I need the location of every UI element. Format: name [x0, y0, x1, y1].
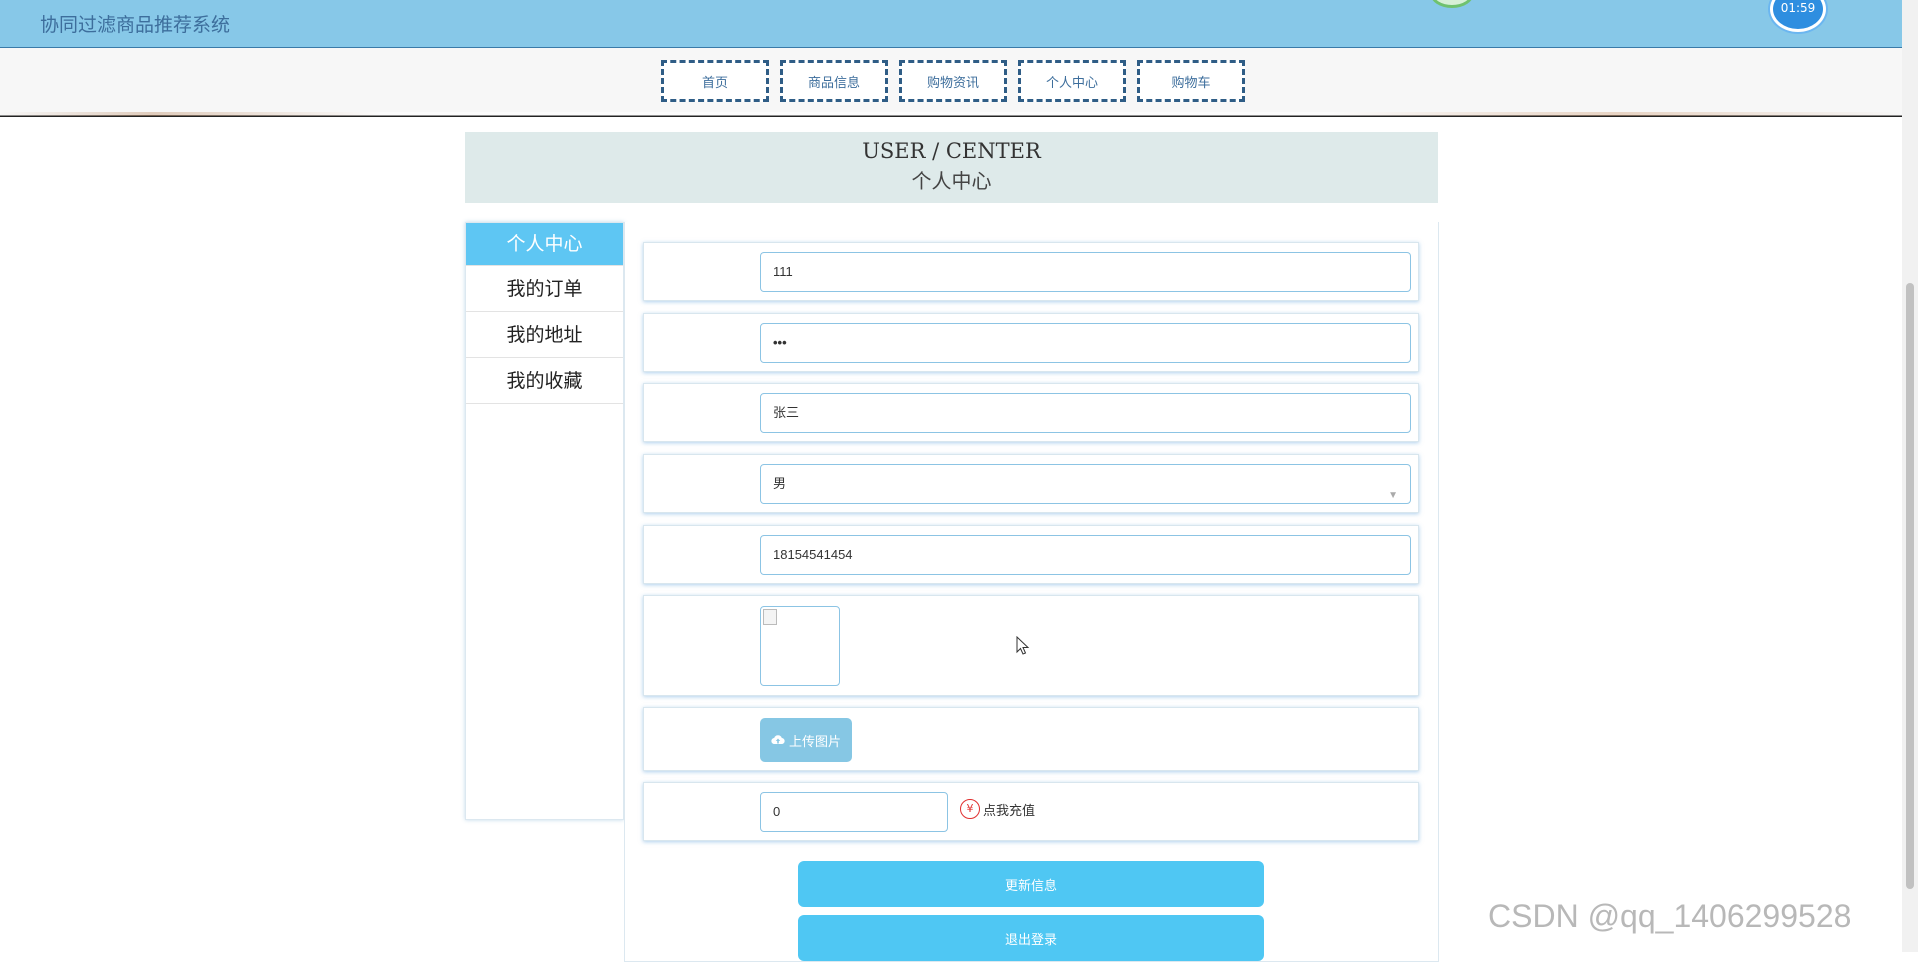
balance-input[interactable]: 0 [760, 792, 948, 832]
sidebar: 个人中心 我的订单 我的地址 我的收藏 [465, 222, 624, 820]
form-row-upload: 上传图片 [643, 707, 1419, 771]
nav-item-user-center[interactable]: 个人中心 [1018, 60, 1126, 102]
page-scrollbar[interactable] [1902, 0, 1918, 952]
form-row-account: 账号 111 [643, 242, 1419, 301]
section-title-en: USER / CENTER [862, 139, 1041, 163]
clock-badge: 01:59 [1770, 0, 1826, 32]
broken-image-icon [763, 609, 777, 625]
cloud-upload-icon [771, 735, 785, 745]
recharge-link[interactable]: ¥ 点我充值 [960, 799, 1035, 819]
name-input[interactable]: 张三 [760, 393, 1411, 433]
section-header: USER / CENTER 个人中心 [465, 132, 1438, 203]
section-title-zh: 个人中心 [911, 169, 992, 193]
main-nav: 首页 商品信息 购物资讯 个人中心 购物车 [661, 60, 1245, 102]
form-row-phone: 手机 18154541454 [643, 525, 1419, 584]
nav-item-home[interactable]: 首页 [661, 60, 769, 102]
yen-icon: ¥ [960, 799, 980, 819]
top-bar: 协同过滤商品推荐系统 01:59 [0, 0, 1902, 48]
account-input[interactable]: 111 [760, 252, 1411, 292]
site-title: 协同过滤商品推荐系统 [40, 14, 231, 36]
logout-button[interactable]: 退出登录 [798, 915, 1264, 961]
nav-item-cart[interactable]: 购物车 [1137, 60, 1245, 102]
sidebar-item-user-center[interactable]: 个人中心 [466, 223, 623, 266]
scrollbar-thumb[interactable] [1906, 283, 1914, 889]
nav-item-news[interactable]: 购物资讯 [899, 60, 1007, 102]
nav-divider [0, 112, 1902, 116]
sidebar-item-orders[interactable]: 我的订单 [466, 266, 623, 312]
gender-selected-value: 男 [773, 476, 787, 491]
form-row-password: 密码 ••• [643, 313, 1419, 372]
password-input[interactable]: ••• [760, 323, 1411, 363]
mouse-cursor-icon [1016, 635, 1030, 660]
form-row-name: 姓名 张三 [643, 383, 1419, 442]
update-info-button[interactable]: 更新信息 [798, 861, 1264, 907]
phone-input[interactable]: 18154541454 [760, 535, 1411, 575]
sidebar-item-favorites[interactable]: 我的收藏 [466, 358, 623, 404]
form-row-avatar [643, 595, 1419, 696]
nav-item-products[interactable]: 商品信息 [780, 60, 888, 102]
upload-image-button[interactable]: 上传图片 [760, 718, 852, 762]
sidebar-item-addresses[interactable]: 我的地址 [466, 312, 623, 358]
chevron-down-icon: ▼ [1388, 490, 1398, 501]
decorative-badge [1430, 0, 1474, 8]
upload-image-label: 上传图片 [788, 734, 841, 750]
watermark: CSDN @qq_1406299528 [1488, 898, 1852, 934]
recharge-label: 点我充值 [983, 803, 1036, 819]
gender-select[interactable]: 男 ▼ [760, 464, 1411, 504]
avatar-image[interactable] [760, 606, 840, 686]
form-row-balance: 余额 0 ¥ 点我充值 [643, 782, 1419, 841]
form-row-gender: 性别 男 ▼ [643, 454, 1419, 513]
